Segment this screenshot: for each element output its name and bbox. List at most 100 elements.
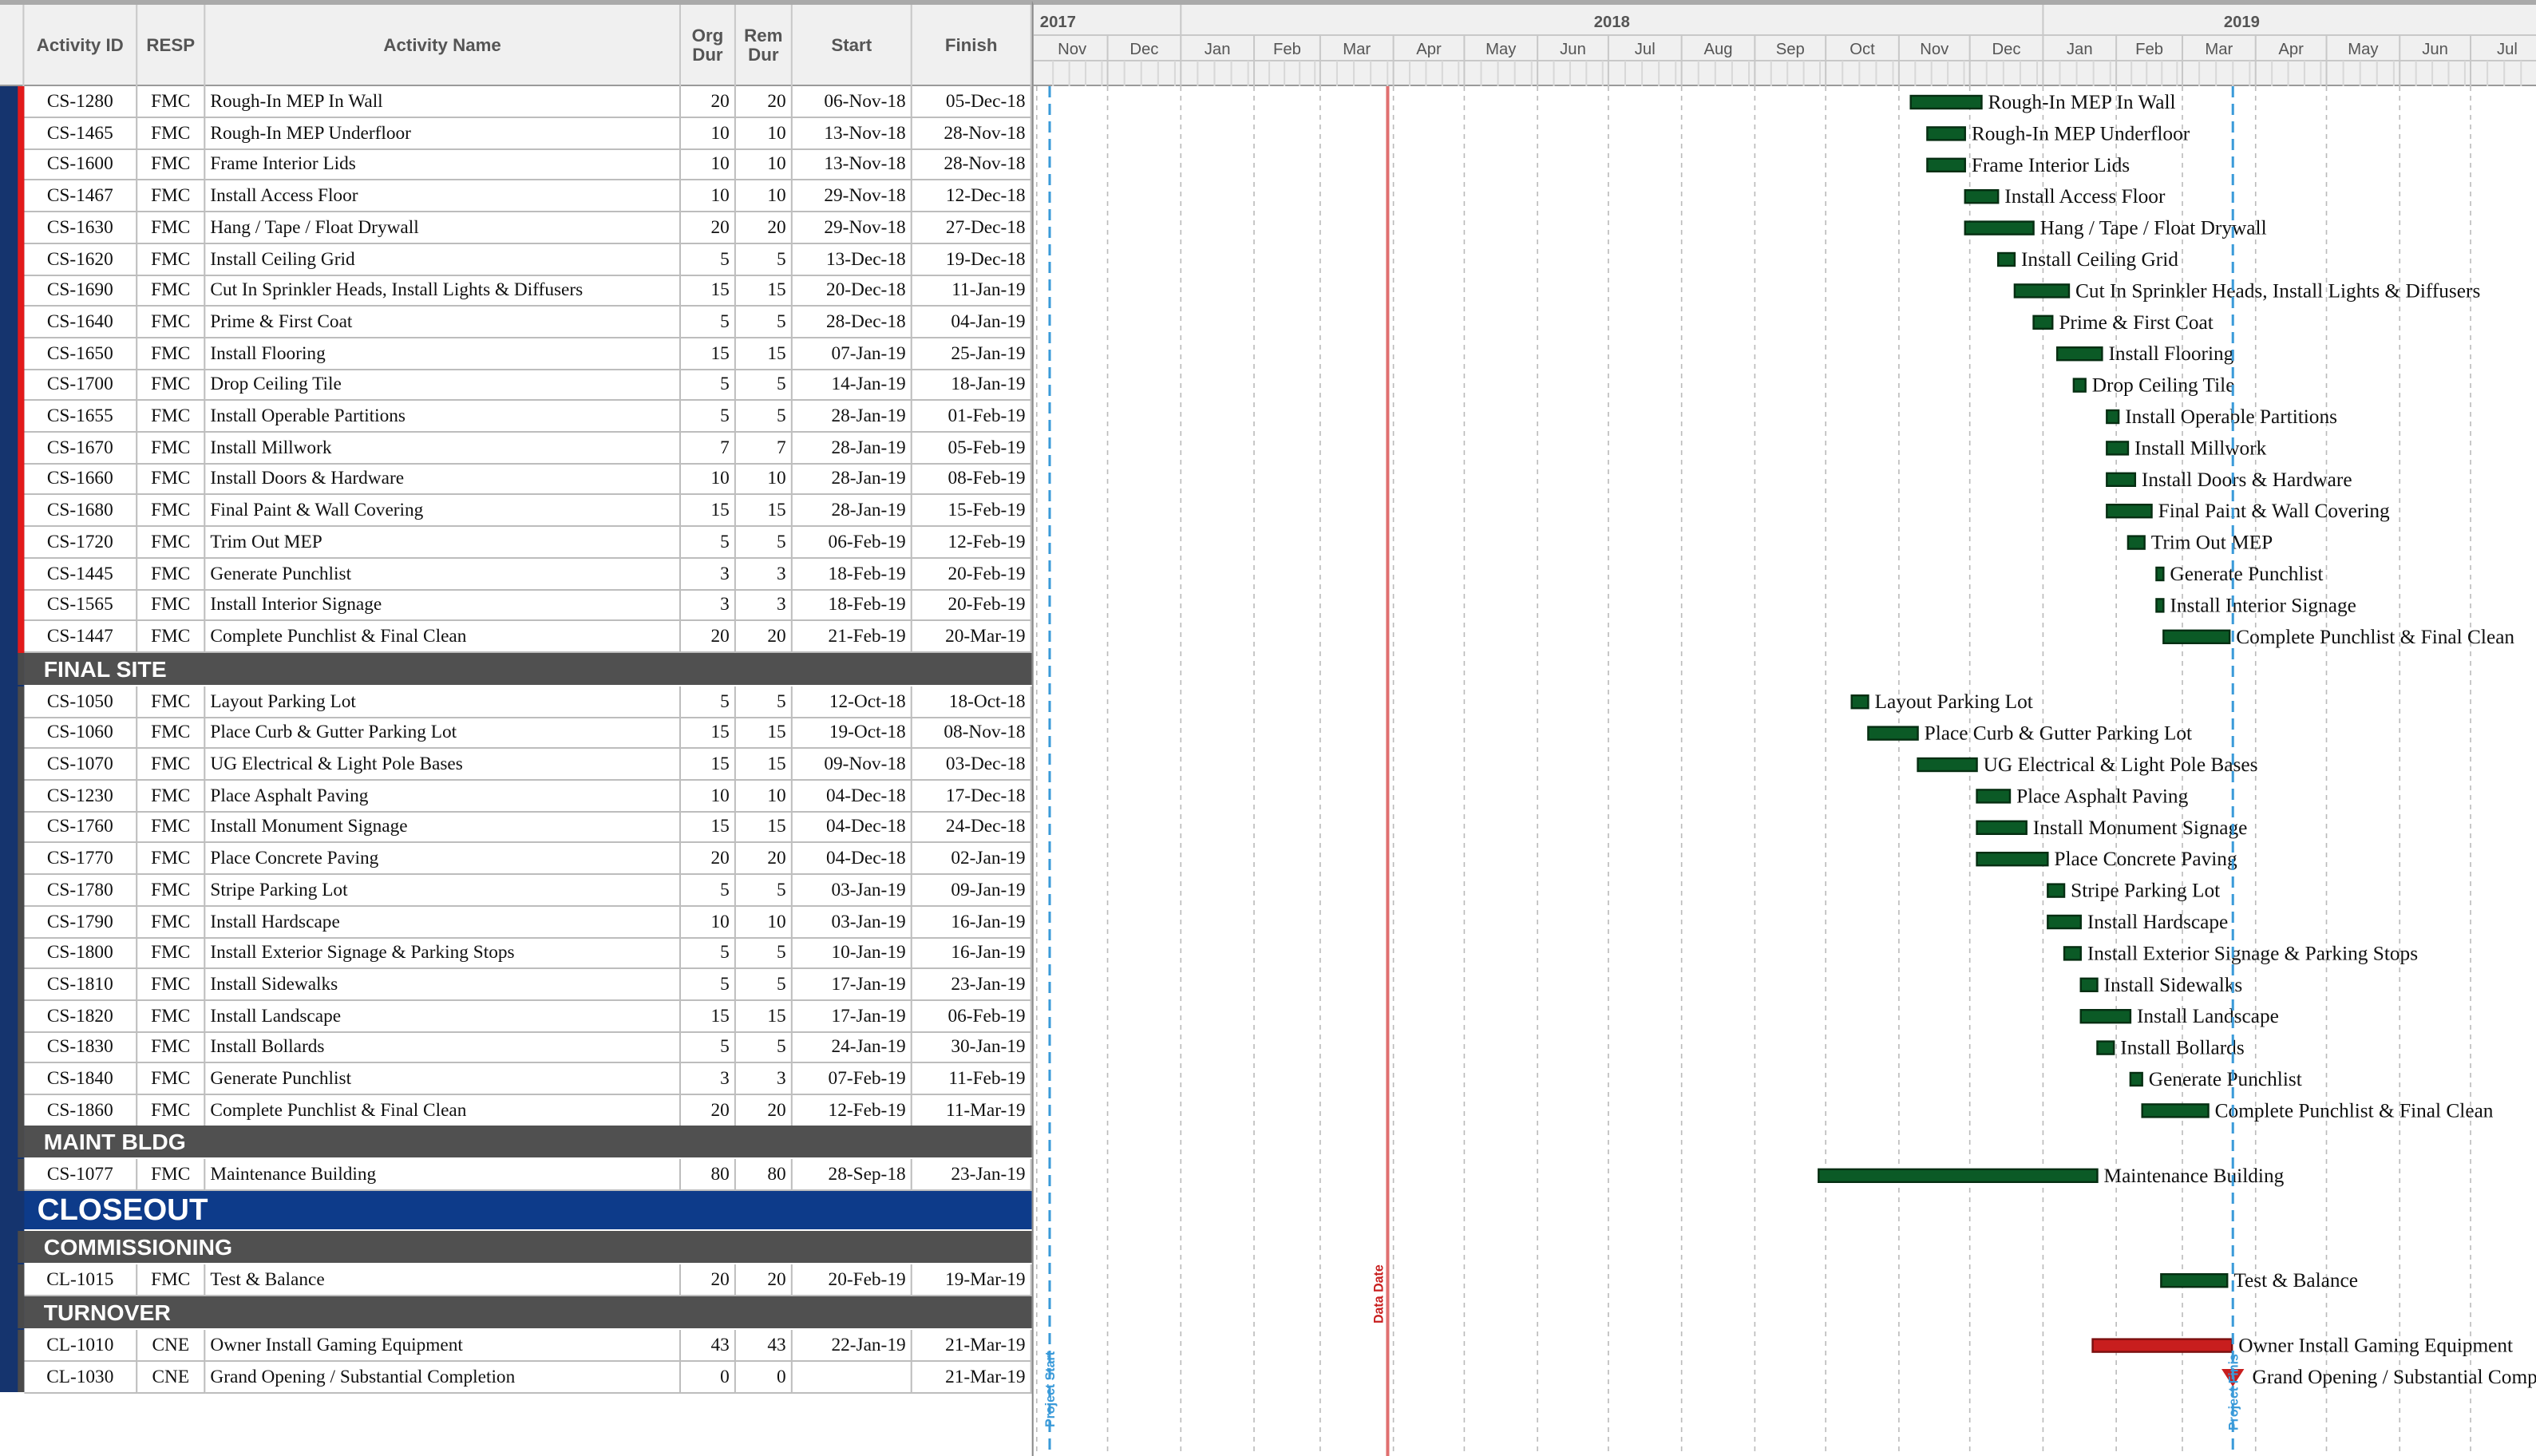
month-label: Nov xyxy=(1920,41,1948,58)
activity-name-cell: Install Ceiling Grid xyxy=(205,243,682,275)
org-dur-cell: 5 xyxy=(681,686,736,718)
org-dur-cell: 15 xyxy=(681,495,736,528)
activity-row[interactable]: CS-1600 FMC Frame Interior Lids 10 10 13-Nov-… xyxy=(0,148,1032,181)
org-dur-cell: 15 xyxy=(681,338,736,370)
org-dur-cell: 10 xyxy=(681,180,736,213)
activity-row[interactable]: CS-1860 FMC Complete Punchlist & Final Cle… xyxy=(0,1094,1032,1127)
activity-row[interactable]: CS-1280 FMC Rough-In MEP In Wall 20 20 06-Nov… xyxy=(0,86,1032,118)
activity-row[interactable]: CS-1640 FMC Prime & First Coat 5 5 28-Dec-18 0… xyxy=(0,306,1032,338)
finish-cell: 06-Feb-19 xyxy=(912,1000,1032,1033)
activity-bar-label: Install Hardscape xyxy=(2087,912,2228,933)
column-header-activity-id[interactable]: Activity ID xyxy=(24,5,138,86)
column-header-rem-dur[interactable]: Rem Dur xyxy=(736,5,793,86)
column-header-start[interactable]: Start xyxy=(793,5,912,86)
month-label: May xyxy=(2348,41,2379,58)
activity-row[interactable]: CS-1077 FMC Maintenance Building 80 80 28-Sep… xyxy=(0,1159,1032,1192)
activity-row[interactable]: CS-1670 FMC Install Millwork 7 7 28-Jan-19 05-… xyxy=(0,432,1032,465)
activity-id-cell: CS-1770 xyxy=(24,843,138,876)
resp-cell: FMC xyxy=(137,780,206,813)
activity-row[interactable]: CS-1630 FMC Hang / Tape / Float Drywall 20 2… xyxy=(0,212,1032,244)
resp-cell: FMC xyxy=(137,1094,206,1127)
activity-row[interactable]: CS-1620 FMC Install Ceiling Grid 5 5 13-Dec-1… xyxy=(0,243,1032,275)
activity-bar-label: Trim Out MEP xyxy=(2151,532,2273,554)
activity-row[interactable]: CS-1690 FMC Cut In Sprinkler Heads, Instal… xyxy=(0,275,1032,307)
finish-cell: 12-Feb-19 xyxy=(912,526,1032,559)
activity-bar-label: Place Curb & Gutter Parking Lot xyxy=(1925,723,2192,745)
finish-cell: 19-Dec-18 xyxy=(912,243,1032,275)
activity-row[interactable]: CS-1790 FMC Install Hardscape 10 10 03-Jan-19… xyxy=(0,906,1032,938)
activity-bar xyxy=(2141,1103,2210,1118)
activity-row[interactable]: CL-1015 FMC Test & Balance 20 20 20-Feb-19 19-… xyxy=(0,1264,1032,1297)
month-label: Feb xyxy=(1273,41,1301,58)
activity-row[interactable]: CS-1050 FMC Layout Parking Lot 5 5 12-Oct-18 1… xyxy=(0,686,1032,718)
activity-row[interactable]: CS-1230 FMC Place Asphalt Paving 10 10 04-Dec… xyxy=(0,780,1032,813)
activity-row[interactable]: CS-1720 FMC Trim Out MEP 5 5 06-Feb-19 12-Feb-… xyxy=(0,526,1032,559)
activity-row[interactable]: CS-1650 FMC Install Flooring 15 15 07-Jan-19 2… xyxy=(0,338,1032,370)
resp-cell: FMC xyxy=(137,1031,206,1064)
activity-row[interactable]: CS-1467 FMC Install Access Floor 10 10 29-Nov… xyxy=(0,180,1032,213)
org-dur-cell: 10 xyxy=(681,148,736,181)
wbs-strip xyxy=(18,1159,25,1192)
activity-id-cell: CS-1660 xyxy=(24,463,138,496)
org-dur-cell: 10 xyxy=(681,117,736,150)
activity-name-cell: Install Access Floor xyxy=(205,180,682,213)
activity-row[interactable]: CS-1770 FMC Place Concrete Paving 20 20 04-De… xyxy=(0,843,1032,876)
column-header-org-dur[interactable]: Org Dur xyxy=(681,5,736,86)
resp-cell: FMC xyxy=(137,1159,206,1192)
activity-name-cell: Install Monument Signage xyxy=(205,811,682,844)
finish-cell: 24-Dec-18 xyxy=(912,811,1032,844)
column-header-activity-name[interactable]: Activity Name xyxy=(205,5,682,86)
activity-row[interactable]: CS-1820 FMC Install Landscape 15 15 17-Jan-19… xyxy=(0,1000,1032,1033)
activity-bar-label: Rough-In MEP In Wall xyxy=(1988,92,2176,113)
column-header-resp[interactable]: RESP xyxy=(137,5,206,86)
org-dur-cell: 5 xyxy=(681,968,736,1001)
column-label: Rem xyxy=(744,26,783,46)
finish-cell: 28-Nov-18 xyxy=(912,117,1032,150)
finish-cell: 18-Oct-18 xyxy=(912,686,1032,718)
activity-row[interactable]: CS-1660 FMC Install Doors & Hardware 10 10 28… xyxy=(0,463,1032,496)
activity-bar-label: Generate Punchlist xyxy=(2170,564,2323,585)
activity-bar-label: Generate Punchlist xyxy=(2149,1069,2302,1090)
activity-row[interactable]: CS-1680 FMC Final Paint & Wall Covering 15 1… xyxy=(0,495,1032,528)
activity-row[interactable]: CS-1760 FMC Install Monument Signage 15 15 04… xyxy=(0,811,1032,844)
activity-name-cell: Stripe Parking Lot xyxy=(205,874,682,907)
activity-row[interactable]: CS-1070 FMC UG Electrical & Light Pole Bas… xyxy=(0,749,1032,781)
rem-dur-cell: 5 xyxy=(735,968,793,1001)
activity-row[interactable]: CS-1700 FMC Drop Ceiling Tile 5 5 14-Jan-19 18… xyxy=(0,369,1032,402)
activity-bar-label: Complete Punchlist & Final Clean xyxy=(2236,627,2514,648)
resp-cell: FMC xyxy=(137,117,206,150)
activity-row[interactable]: CS-1780 FMC Stripe Parking Lot 5 5 03-Jan-19 0… xyxy=(0,874,1032,907)
column-header-finish[interactable]: Finish xyxy=(912,5,1032,86)
activity-row[interactable]: CS-1800 FMC Install Exterior Signage & Par… xyxy=(0,937,1032,970)
activity-row[interactable]: CS-1445 FMC Generate Punchlist 3 3 18-Feb-19 2… xyxy=(0,558,1032,590)
activity-row[interactable]: CS-1655 FMC Install Operable Partitions 5 5 2… xyxy=(0,401,1032,433)
activity-id-cell: CS-1650 xyxy=(24,338,138,370)
activity-row[interactable]: CL-1010 CNE Owner Install Gaming Equipment… xyxy=(0,1329,1032,1362)
org-dur-cell: 20 xyxy=(681,843,736,876)
activity-name-cell: Install Hardscape xyxy=(205,906,682,938)
resp-cell: FMC xyxy=(137,526,206,559)
org-dur-cell: 3 xyxy=(681,558,736,590)
org-dur-cell: 5 xyxy=(681,369,736,402)
start-cell: 28-Dec-18 xyxy=(792,306,912,338)
org-dur-cell: 3 xyxy=(681,1063,736,1095)
resp-cell: FMC xyxy=(137,463,206,496)
activity-row[interactable]: CS-1840 FMC Generate Punchlist 3 3 07-Feb-19 1… xyxy=(0,1063,1032,1095)
activity-name-cell: Trim Out MEP xyxy=(205,526,682,559)
rem-dur-cell: 10 xyxy=(735,180,793,213)
activity-row[interactable]: CS-1830 FMC Install Bollards 5 5 24-Jan-19 30-… xyxy=(0,1031,1032,1064)
activity-row[interactable]: CS-1447 FMC Complete Punchlist & Final Cle… xyxy=(0,620,1032,653)
start-cell: 17-Jan-19 xyxy=(792,968,912,1001)
activity-row[interactable]: CS-1465 FMC Rough-In MEP Underfloor 10 10 13-… xyxy=(0,117,1032,150)
resp-cell: FMC xyxy=(137,86,206,118)
activity-row[interactable]: CL-1030 CNE Grand Opening / Substantial Co… xyxy=(0,1361,1032,1393)
activity-row[interactable]: CS-1565 FMC Install Interior Signage 3 3 18-F… xyxy=(0,589,1032,622)
finish-cell: 28-Nov-18 xyxy=(912,148,1032,181)
activity-row[interactable]: CS-1060 FMC Place Curb & Gutter Parking Lo… xyxy=(0,717,1032,750)
activity-bar xyxy=(2155,566,2165,582)
start-cell: 03-Jan-19 xyxy=(792,874,912,907)
finish-cell: 25-Jan-19 xyxy=(912,338,1032,370)
activity-row[interactable]: CS-1810 FMC Install Sidewalks 5 5 17-Jan-19 23… xyxy=(0,968,1032,1001)
activity-name-cell: Final Paint & Wall Covering xyxy=(205,495,682,528)
activity-id-cell: CS-1565 xyxy=(24,589,138,622)
